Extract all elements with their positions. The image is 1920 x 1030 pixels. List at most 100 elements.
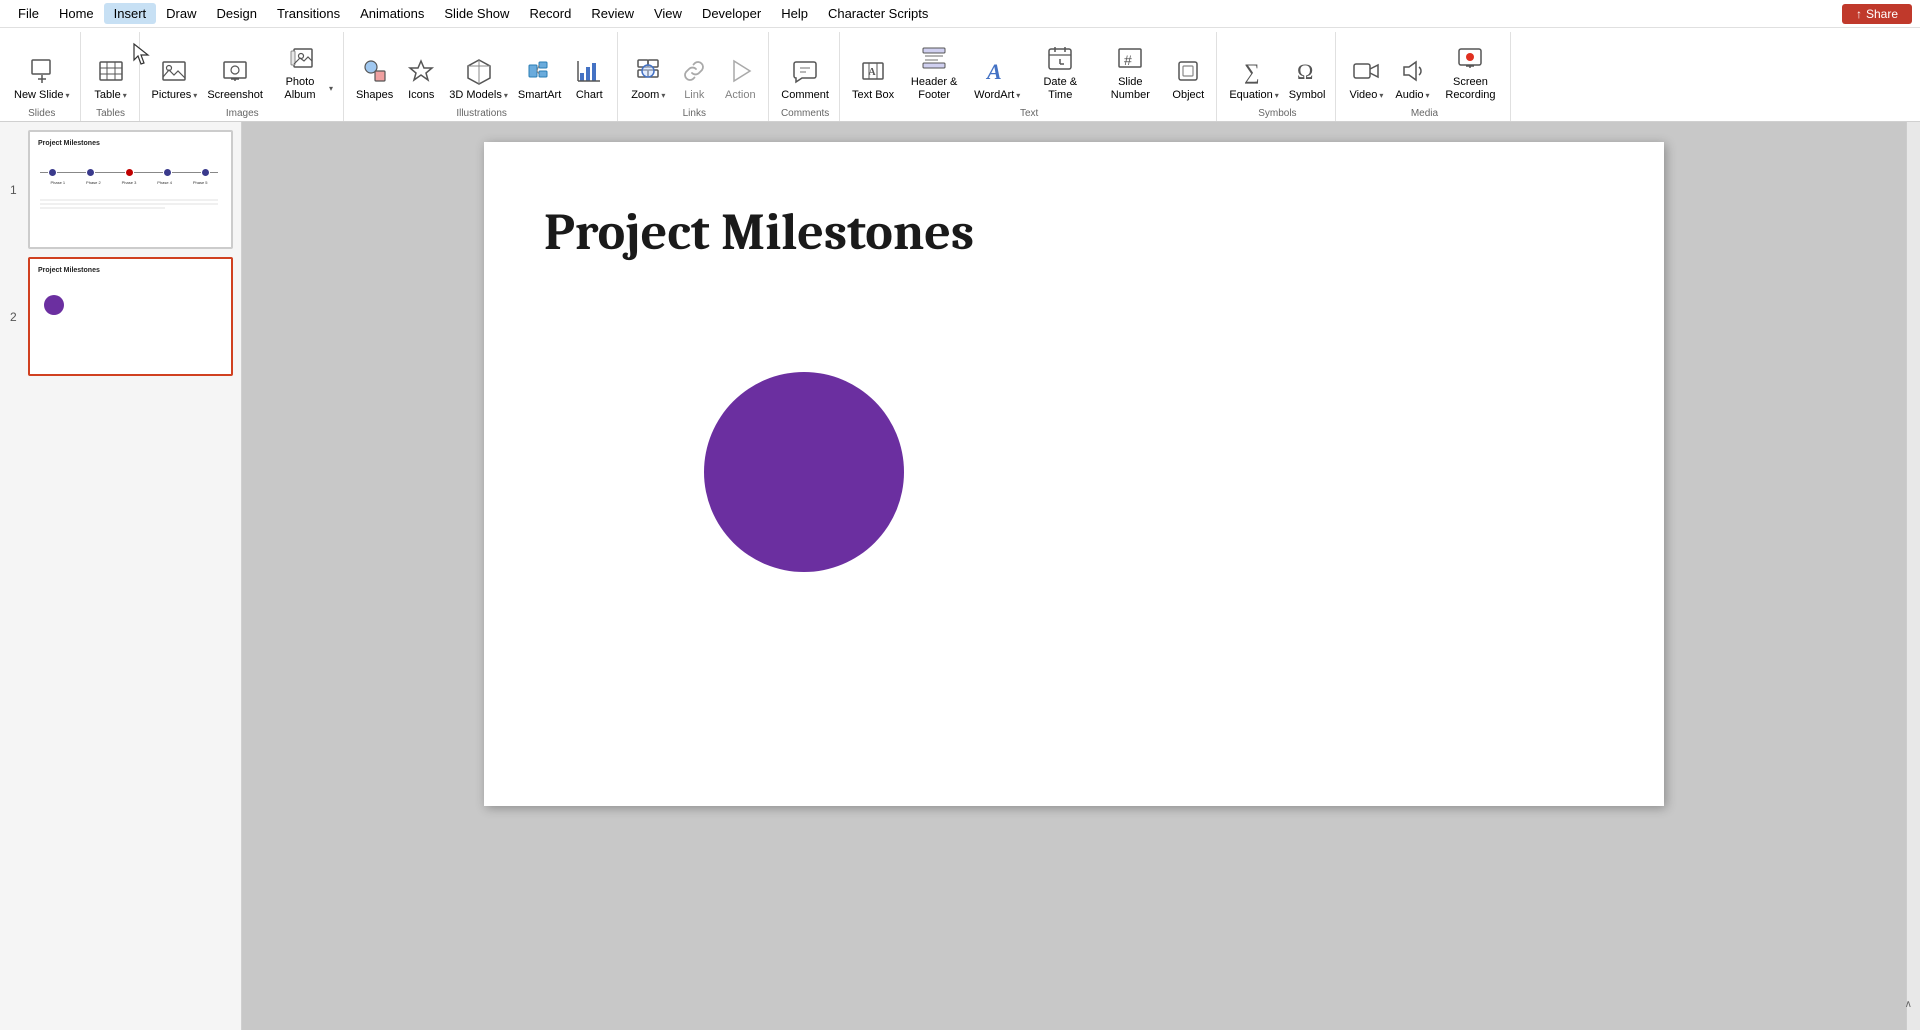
menu-character-scripts[interactable]: Character Scripts bbox=[818, 3, 938, 24]
3d-models-icon bbox=[463, 55, 495, 87]
wordart-label: WordArt▾ bbox=[974, 89, 1020, 102]
smartart-label: SmartArt bbox=[518, 89, 561, 102]
ribbon-group-links-label: Links bbox=[626, 106, 762, 119]
action-button[interactable]: Action bbox=[718, 32, 762, 104]
screen-recording-button[interactable]: Screen Recording bbox=[1436, 32, 1504, 104]
photo-album-label: Photo Album▾ bbox=[273, 76, 333, 102]
slide-title: Project Milestones bbox=[544, 202, 974, 262]
menu-transitions[interactable]: Transitions bbox=[267, 3, 350, 24]
ribbon-group-text-label: Text bbox=[848, 106, 1210, 119]
table-button[interactable]: Table▾ bbox=[89, 32, 133, 104]
svg-text:A: A bbox=[868, 67, 876, 78]
photo-album-icon bbox=[287, 42, 319, 74]
ribbon-group-comments-items: Comment bbox=[777, 32, 833, 104]
ribbon-group-tables-items: Table▾ bbox=[89, 32, 133, 104]
menu-bar: File Home Insert Draw Design Transitions… bbox=[0, 0, 1920, 28]
ribbon-group-comments: Comment Comments bbox=[771, 32, 840, 121]
slide-number-label: Slide Number bbox=[1100, 76, 1160, 102]
photo-album-button[interactable]: Photo Album▾ bbox=[269, 32, 337, 104]
3d-models-button[interactable]: 3D Models▾ bbox=[445, 32, 512, 104]
ribbon-group-text: A Text Box Header & Footer bbox=[842, 32, 1217, 121]
pictures-label: Pictures▾ bbox=[152, 89, 198, 102]
menu-help[interactable]: Help bbox=[771, 3, 818, 24]
text-box-button[interactable]: A Text Box bbox=[848, 32, 898, 104]
slide-canvas[interactable]: Project Milestones bbox=[484, 142, 1664, 806]
menu-draw[interactable]: Draw bbox=[156, 3, 206, 24]
date-time-button[interactable]: Date & Time bbox=[1026, 32, 1094, 104]
slide-2-thumb-inner: Project Milestones bbox=[34, 263, 224, 370]
date-time-label: Date & Time bbox=[1030, 76, 1090, 102]
menu-home[interactable]: Home bbox=[49, 3, 104, 24]
ribbon-group-media-items: Video▾ Audio▾ Screen Recor bbox=[1344, 32, 1504, 104]
slide-2-thumbnail[interactable]: Project Milestones bbox=[28, 257, 233, 376]
symbol-icon: Ω bbox=[1291, 55, 1323, 87]
menu-review[interactable]: Review bbox=[581, 3, 644, 24]
symbol-button[interactable]: Ω Symbol bbox=[1285, 32, 1330, 104]
share-button[interactable]: ↑ Share bbox=[1842, 4, 1912, 24]
chart-button[interactable]: Chart bbox=[567, 32, 611, 104]
screenshot-button[interactable]: Screenshot bbox=[203, 32, 267, 104]
ribbon-group-symbols: ∑ Equation▾ Ω Symbol Symbols bbox=[1219, 32, 1336, 121]
zoom-button[interactable]: Zoom▾ bbox=[626, 32, 670, 104]
menu-view[interactable]: View bbox=[644, 3, 692, 24]
link-button[interactable]: Link bbox=[672, 32, 716, 104]
ribbon-group-links-items: Zoom▾ Link Action bbox=[626, 32, 762, 104]
action-icon bbox=[724, 55, 756, 87]
icons-icon bbox=[405, 55, 437, 87]
action-label: Action bbox=[725, 89, 756, 102]
menu-record[interactable]: Record bbox=[519, 3, 581, 24]
audio-button[interactable]: Audio▾ bbox=[1390, 32, 1434, 104]
ribbon-group-tables-label: Tables bbox=[89, 106, 133, 119]
slide-2-thumb-circle bbox=[44, 295, 64, 315]
video-button[interactable]: Video▾ bbox=[1344, 32, 1388, 104]
header-footer-label: Header & Footer bbox=[904, 76, 964, 102]
chart-label: Chart bbox=[576, 89, 603, 102]
comment-button[interactable]: Comment bbox=[777, 32, 833, 104]
slide-1-thumb-inner: Project Milestones bbox=[34, 136, 224, 243]
slide-2-thumb-title: Project Milestones bbox=[34, 263, 224, 276]
menu-file[interactable]: File bbox=[8, 3, 49, 24]
ribbon-group-media: Video▾ Audio▾ Screen Recor bbox=[1338, 32, 1511, 121]
slide-2-number: 2 bbox=[10, 310, 17, 324]
slide-circle[interactable] bbox=[704, 372, 904, 572]
icons-label: Icons bbox=[408, 89, 434, 102]
equation-button[interactable]: ∑ Equation▾ bbox=[1225, 32, 1282, 104]
icons-button[interactable]: Icons bbox=[399, 32, 443, 104]
ribbon-group-tables: Table▾ Tables bbox=[83, 32, 140, 121]
table-label: Table▾ bbox=[94, 89, 126, 102]
slide-1-number: 1 bbox=[10, 183, 17, 197]
pictures-button[interactable]: Pictures▾ bbox=[148, 32, 202, 104]
new-slide-button[interactable]: New Slide▾ bbox=[10, 32, 74, 104]
object-icon bbox=[1172, 55, 1204, 87]
menu-slideshow[interactable]: Slide Show bbox=[434, 3, 519, 24]
ribbon-group-comments-label: Comments bbox=[777, 106, 833, 119]
wordart-button[interactable]: A WordArt▾ bbox=[970, 32, 1024, 104]
ribbon-group-illustrations-items: Shapes Icons 3D Models▾ bbox=[352, 32, 611, 104]
shapes-label: Shapes bbox=[356, 89, 393, 102]
ribbon-group-slides: New Slide▾ Slides bbox=[4, 32, 81, 121]
shapes-button[interactable]: Shapes bbox=[352, 32, 397, 104]
slide-2-container: 2 Project Milestones bbox=[28, 257, 233, 376]
slide-number-button[interactable]: # Slide Number bbox=[1096, 32, 1164, 104]
menu-developer[interactable]: Developer bbox=[692, 3, 771, 24]
ribbon-group-images: Pictures▾ Screenshot Photo bbox=[142, 32, 344, 121]
slide-1-thumbnail[interactable]: Project Milestones bbox=[28, 130, 233, 249]
new-slide-icon bbox=[26, 55, 58, 87]
smartart-button[interactable]: SmartArt bbox=[514, 32, 565, 104]
menu-design[interactable]: Design bbox=[207, 3, 267, 24]
menu-animations[interactable]: Animations bbox=[350, 3, 434, 24]
right-scrollbar[interactable] bbox=[1906, 122, 1920, 1030]
ribbon-group-symbols-items: ∑ Equation▾ Ω Symbol bbox=[1225, 32, 1329, 104]
svg-text:A: A bbox=[985, 59, 1002, 84]
ribbon-collapse-button[interactable]: ∧ bbox=[1905, 999, 1912, 1010]
svg-text:#: # bbox=[1124, 52, 1132, 68]
object-label: Object bbox=[1172, 89, 1204, 102]
slide-panel: 1 Project Milestones bbox=[0, 122, 242, 1030]
slide-1-thumb-title: Project Milestones bbox=[34, 136, 224, 149]
canvas-area: Project Milestones bbox=[242, 122, 1906, 1030]
object-button[interactable]: Object bbox=[1166, 32, 1210, 104]
header-footer-button[interactable]: Header & Footer bbox=[900, 32, 968, 104]
menu-insert[interactable]: Insert bbox=[104, 3, 157, 24]
ribbon-group-media-label: Media bbox=[1344, 106, 1504, 119]
symbol-label: Symbol bbox=[1289, 89, 1326, 102]
